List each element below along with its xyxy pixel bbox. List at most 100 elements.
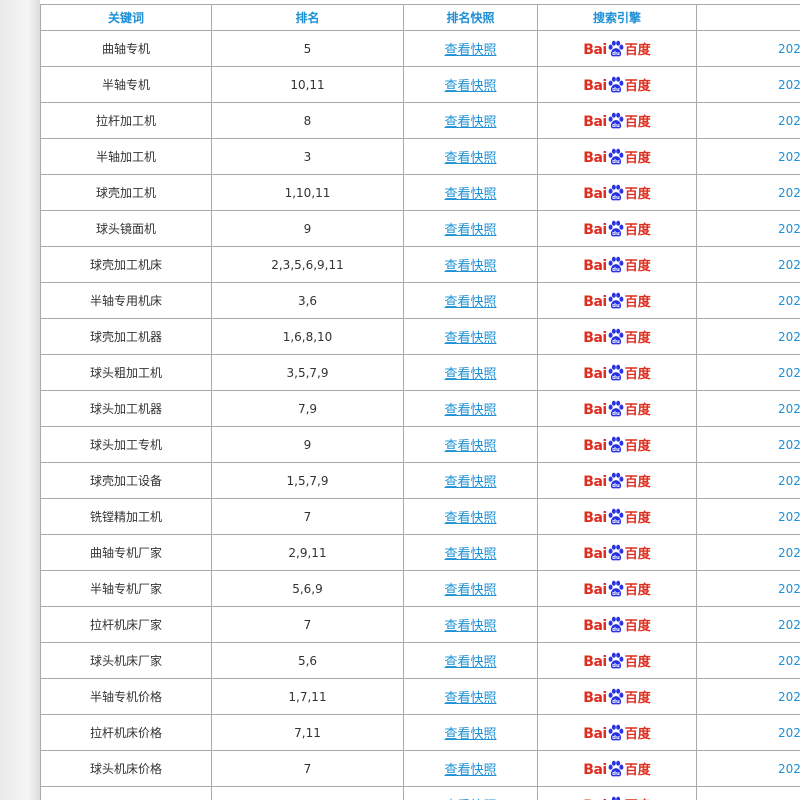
rank-cell: 10,11 — [211, 66, 404, 103]
baidu-logo: Bai du 百度 — [583, 724, 651, 741]
date-cell: 202 — [696, 606, 800, 643]
view-snapshot-link[interactable]: 查看快照 — [444, 151, 496, 166]
keyword-cell: 半轴专机厂家 — [40, 570, 212, 607]
svg-text:du: du — [612, 267, 620, 273]
view-snapshot-link[interactable]: 查看快照 — [444, 655, 496, 670]
baidu-logo-bai: Bai — [583, 582, 607, 598]
view-snapshot-link[interactable]: 查看快照 — [444, 115, 496, 130]
date-cell — [696, 786, 800, 800]
view-snapshot-link[interactable]: 查看快照 — [444, 79, 496, 94]
rank-text: 5 — [303, 41, 312, 56]
baidu-logo-du: 百度 — [624, 511, 651, 526]
baidu-logo-bai: Bai — [583, 474, 607, 490]
date-cell: 202 — [696, 282, 800, 319]
baidu-logo-bai: Bai — [583, 114, 607, 130]
view-snapshot-link[interactable]: 查看快照 — [444, 691, 496, 706]
keyword-text: 球头机床厂家 — [89, 654, 162, 668]
snapshot-cell: 查看快照 — [403, 354, 538, 391]
view-snapshot-link[interactable]: 查看快照 — [444, 547, 496, 562]
keyword-text: 球壳加工设备 — [89, 474, 162, 488]
keyword-cell — [40, 786, 212, 800]
snapshot-cell: 查看快照 — [403, 462, 538, 499]
snapshot-cell: 查看快照 — [403, 426, 538, 463]
date-text: 202 — [778, 329, 800, 344]
rank-cell: 1,7,11 — [211, 678, 404, 715]
svg-text:du: du — [612, 771, 620, 777]
keyword-cell: 铣镗精加工机 — [40, 498, 212, 535]
baidu-logo-du: 百度 — [624, 439, 651, 454]
date-text: 202 — [778, 77, 800, 92]
rank-cell: 7 — [211, 750, 404, 787]
search-engine-cell: Bai du 百度 — [537, 426, 697, 463]
table-row-17: 拉杆机床厂家 7 查看快照 Bai du 百度 202 — [40, 606, 800, 643]
search-engine-cell: Bai du 百度 — [537, 30, 697, 67]
date-cell: 202 — [696, 462, 800, 499]
baidu-logo: Bai du 百度 — [583, 436, 651, 454]
rank-cell: 1,10,11 — [211, 174, 404, 211]
view-snapshot-link[interactable]: 查看快照 — [444, 619, 496, 634]
baidu-paw-icon: du — [611, 796, 620, 800]
rank-text: 5,6,9 — [292, 581, 323, 596]
snapshot-cell: 查看快照 — [403, 138, 538, 175]
table-row-16: 半轴专机厂家 5,6,9 查看快照 Bai du 百度 202 — [40, 570, 800, 607]
baidu-logo-bai: Bai — [583, 222, 607, 238]
search-engine-cell: Bai du 百度 — [537, 354, 697, 391]
view-snapshot-link[interactable]: 查看快照 — [444, 331, 496, 346]
view-snapshot-link[interactable]: 查看快照 — [444, 439, 496, 454]
rank-cell: 3,5,7,9 — [211, 354, 404, 391]
keyword-text: 拉杆机床价格 — [89, 726, 162, 740]
baidu-logo: Bai du 百度 — [583, 688, 651, 705]
date-text: 202 — [778, 617, 800, 632]
date-text: 202 — [778, 149, 800, 164]
table-row-8: 半轴专用机床 3,6 查看快照 Bai du 百度 202 — [40, 282, 800, 319]
keyword-text: 拉杆加工机 — [95, 114, 156, 128]
view-snapshot-link[interactable]: 查看快照 — [444, 727, 496, 742]
keyword-text: 球壳加工机 — [95, 186, 156, 200]
rank-cell: 5,6 — [211, 642, 404, 679]
rank-cell: 7 — [211, 498, 404, 535]
table-row-11: 球头加工机器 7,9 查看快照 Bai du 百度 202 — [40, 390, 800, 427]
view-snapshot-link[interactable]: 查看快照 — [444, 475, 496, 490]
keyword-cell: 球壳加工机器 — [40, 318, 212, 355]
baidu-logo-du: 百度 — [624, 295, 651, 310]
baidu-logo-bai: Bai — [583, 366, 607, 382]
search-engine-cell: Bai du 百度 — [537, 102, 697, 139]
snapshot-cell: 查看快照 — [403, 318, 538, 355]
baidu-logo: Bai du 百度 — [583, 472, 651, 490]
keyword-text: 半轴加工机 — [95, 150, 156, 164]
table-row-5: 球壳加工机 1,10,11 查看快照 Bai du 百度 202 — [40, 174, 800, 211]
baidu-logo: Bai du 百度 — [583, 256, 651, 273]
baidu-logo-du: 百度 — [624, 403, 651, 418]
snapshot-cell: 查看快照 — [403, 30, 538, 67]
view-snapshot-link[interactable]: 查看快照 — [444, 259, 496, 274]
date-text: 202 — [778, 185, 800, 200]
header-snapshot: 排名快照 — [403, 4, 538, 31]
baidu-logo-bai: Bai — [583, 438, 607, 454]
rank-cell — [211, 786, 404, 800]
view-snapshot-link[interactable]: 查看快照 — [444, 187, 496, 202]
table-row-13: 球壳加工设备 1,5,7,9 查看快照 Bai du 百度 202 — [40, 462, 800, 499]
table-row-19: 半轴专机价格 1,7,11 查看快照 Bai du 百度 202 — [40, 678, 800, 715]
view-snapshot-link[interactable]: 查看快照 — [444, 43, 496, 58]
view-snapshot-link[interactable]: 查看快照 — [444, 295, 496, 310]
keyword-ranking-table: 关键词 排名 排名快照 搜索引擎 曲轴专机 5 查看快照 Bai du 百度 2… — [40, 4, 800, 800]
rank-text: 2,9,11 — [288, 545, 327, 560]
baidu-logo: Bai du 百度 — [583, 400, 651, 418]
date-text: 202 — [778, 41, 800, 56]
baidu-paw-icon: du — [608, 112, 624, 129]
view-snapshot-link[interactable]: 查看快照 — [444, 223, 496, 238]
date-cell: 202 — [696, 426, 800, 463]
keyword-cell: 球头机床厂家 — [40, 642, 212, 679]
date-cell: 202 — [696, 66, 800, 103]
baidu-logo: Bai du 百度 — [583, 184, 651, 201]
view-snapshot-link[interactable]: 查看快照 — [444, 583, 496, 598]
rank-text: 1,5,7,9 — [286, 473, 329, 488]
baidu-paw-icon: du — [608, 292, 624, 309]
keyword-cell: 半轴加工机 — [40, 138, 212, 175]
view-snapshot-link[interactable]: 查看快照 — [444, 367, 496, 382]
view-snapshot-link[interactable]: 查看快照 — [444, 763, 496, 778]
svg-text:du: du — [612, 591, 620, 597]
date-cell: 202 — [696, 30, 800, 67]
view-snapshot-link[interactable]: 查看快照 — [444, 403, 496, 418]
view-snapshot-link[interactable]: 查看快照 — [444, 511, 496, 526]
